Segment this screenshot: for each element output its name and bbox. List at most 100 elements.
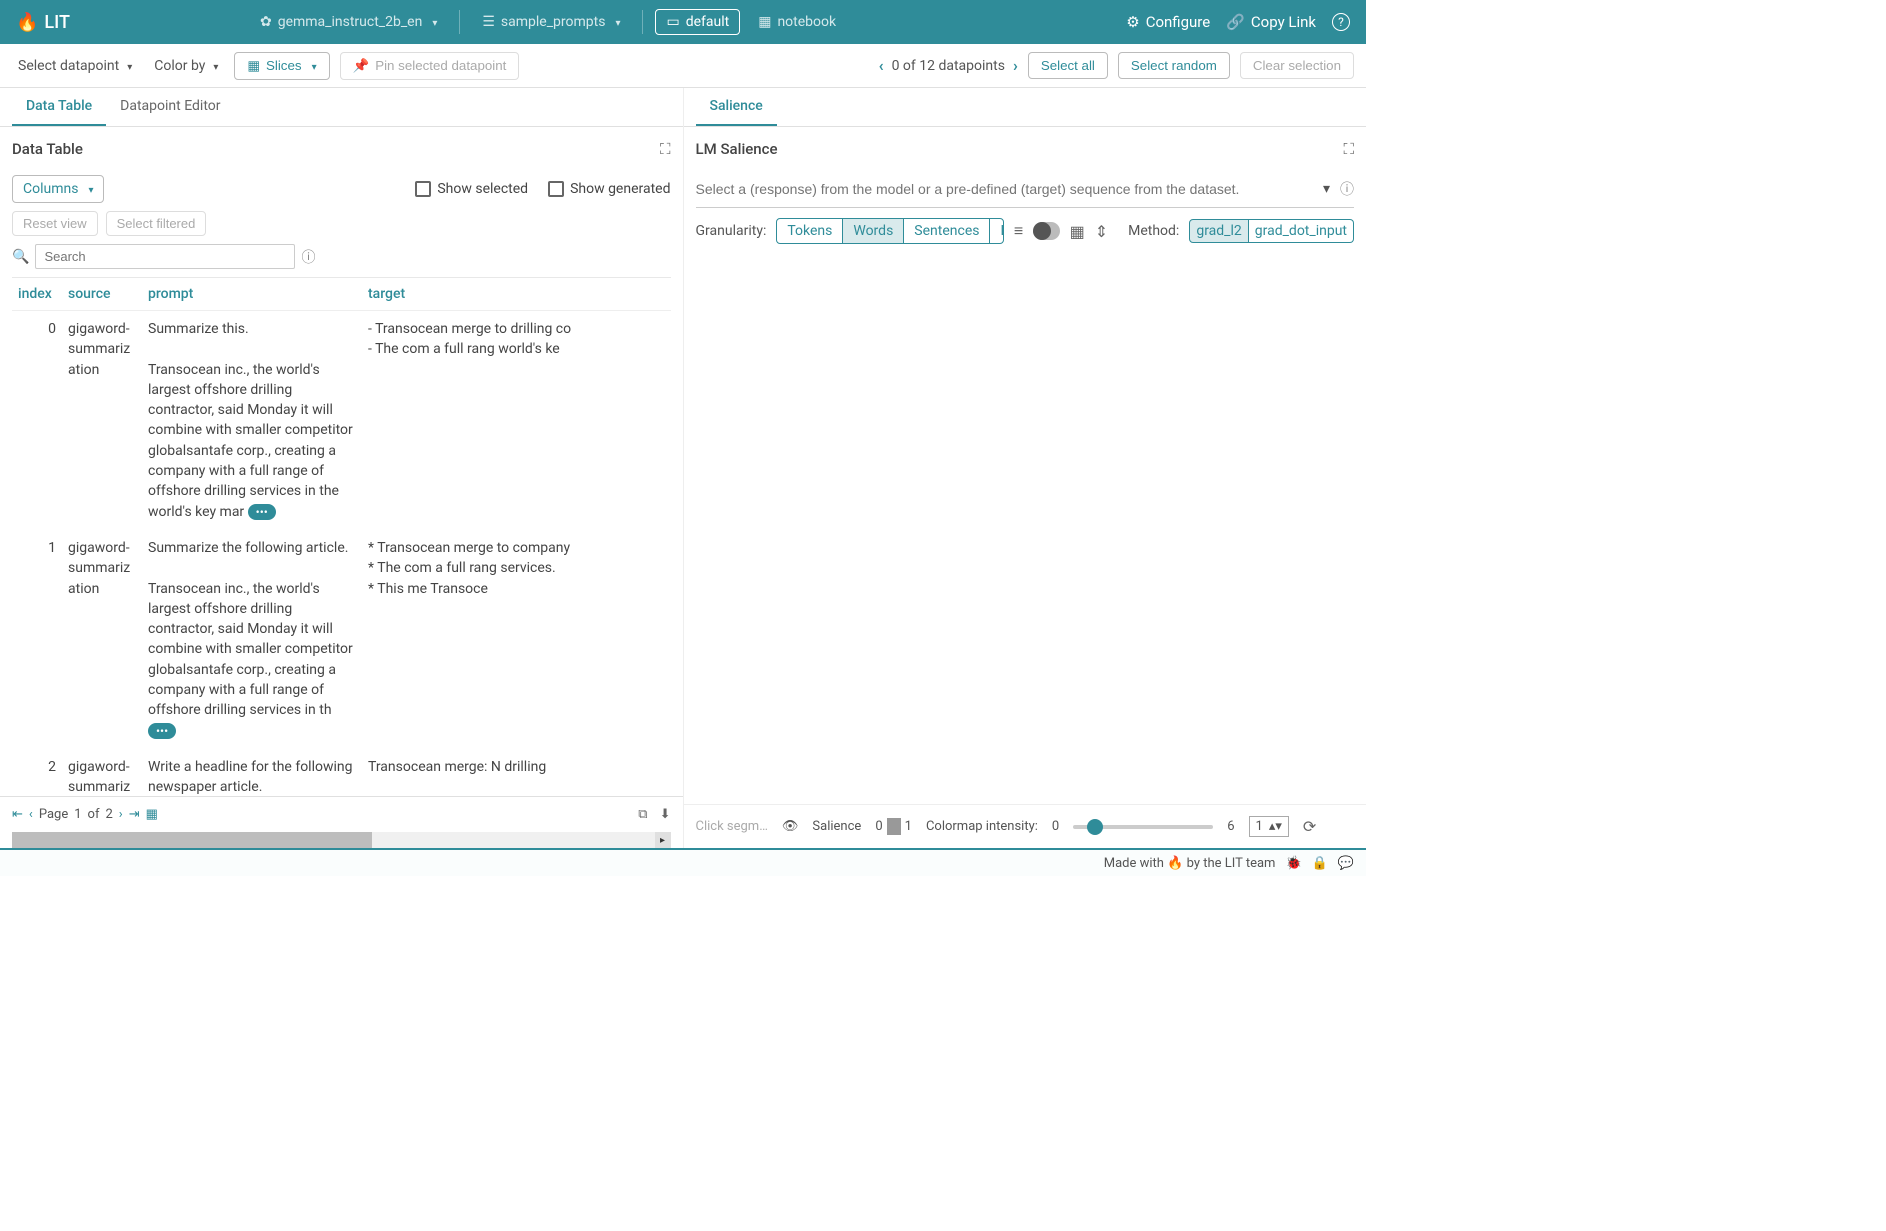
sequence-select-input[interactable] (696, 181, 1323, 197)
privacy-icon[interactable]: 🔒 (1312, 856, 1328, 871)
copy-link-button[interactable]: 🔗 Copy Link (1226, 13, 1316, 31)
first-page-button[interactable]: ⇤ (12, 807, 23, 822)
granularity-segments: Tokens Words Sentences Lines ¶ (776, 218, 1003, 244)
page-footer: Made with 🔥 by the LIT team 🐞 🔒 💬 (0, 848, 1366, 876)
table-row[interactable]: 0gigaword​-summari​zationSummarize this.… (12, 311, 671, 530)
colormap-max: 6 (1227, 819, 1234, 834)
chevron-down-icon (209, 58, 218, 74)
chevron-down-icon (84, 181, 93, 197)
view-toggle[interactable] (1033, 222, 1059, 240)
last-page-button[interactable]: ⇥ (129, 807, 140, 822)
legend-swatch (899, 818, 901, 835)
reset-icon[interactable]: ⟳ (1303, 817, 1316, 836)
eye-icon[interactable]: 👁 (782, 819, 799, 834)
clear-selection-button[interactable]: Clear selection (1240, 52, 1354, 79)
configure-button[interactable]: ⚙ Configure (1126, 13, 1210, 31)
show-generated-checkbox[interactable]: Show generated (548, 181, 670, 197)
scrollbar-thumb[interactable] (12, 832, 372, 848)
footer-text: Made with 🔥 by the LIT team (1104, 856, 1276, 871)
left-pane: Data Table Datapoint Editor Data Table ⛶… (0, 88, 684, 848)
cell-prompt: Summarize the following article. Transoc… (142, 530, 362, 749)
separator (459, 10, 460, 34)
page-current: 1 (74, 807, 81, 822)
next-button[interactable]: › (1013, 56, 1018, 75)
split-icon[interactable]: ⇕ (1095, 222, 1108, 241)
select-all-button[interactable]: Select all (1028, 52, 1108, 79)
cell-source: gigaword​-summari​zation (62, 311, 142, 530)
more-icon[interactable]: ••• (148, 723, 176, 739)
data-table-header: Data Table ⛶ (0, 127, 683, 171)
data-table: index source prompt target 0gigaword​-su… (12, 278, 671, 796)
more-icon[interactable]: ••• (248, 504, 276, 520)
select-datapoint-dropdown[interactable]: Select datapoint (12, 54, 138, 78)
gran-sentences[interactable]: Sentences (904, 219, 990, 243)
th-index[interactable]: index (12, 278, 62, 311)
slices-button[interactable]: ▦ Slices (234, 52, 329, 80)
slider-thumb[interactable] (1087, 819, 1103, 835)
copy-icon[interactable]: ⧉ (638, 807, 647, 822)
pin-button[interactable]: 📌 Pin selected datapoint (340, 52, 520, 80)
gran-tokens[interactable]: Tokens (777, 219, 843, 243)
table-row[interactable]: 2gigaword​-summari​zationWrite a headlin… (12, 749, 671, 796)
feedback-icon[interactable]: 💬 (1338, 856, 1354, 871)
colormap-min: 0 (1052, 819, 1059, 834)
chip-icon: ✿ (260, 14, 272, 30)
reset-view-button[interactable]: Reset view (12, 211, 98, 236)
spinner-icon: ▴▾ (1269, 819, 1282, 834)
select-random-button[interactable]: Select random (1118, 52, 1230, 79)
cell-target: - Transocean merge to drilling co - The … (362, 311, 671, 530)
dt-controls-row1: Columns Show selected Show generated (0, 171, 683, 211)
help-icon[interactable]: ? (1332, 13, 1350, 31)
page-of: of (88, 807, 100, 822)
gran-words[interactable]: Words (843, 219, 904, 243)
gran-lines[interactable]: Lines (990, 219, 1003, 243)
cell-index: 1 (12, 530, 62, 749)
method-grad-dot[interactable]: grad_dot_input (1249, 219, 1354, 243)
intensity-spinbox[interactable]: 1▴▾ (1249, 816, 1289, 837)
checkbox-icon (548, 181, 564, 197)
model-dropdown[interactable]: ✿ gemma_instruct_2b_en (250, 10, 447, 34)
search-icon: 🔍 (12, 249, 29, 265)
tab-salience[interactable]: Salience (696, 88, 777, 126)
horizontal-scrollbar[interactable]: ▸ (12, 832, 671, 848)
prev-button[interactable]: ‹ (879, 56, 884, 75)
tab-datapoint-editor[interactable]: Datapoint Editor (106, 88, 234, 126)
search-input[interactable] (35, 244, 295, 269)
chevron-down-icon (308, 58, 317, 73)
colormap-slider[interactable] (1073, 825, 1213, 829)
header-center: ✿ gemma_instruct_2b_en ☰ sample_prompts … (250, 9, 846, 35)
select-filtered-button[interactable]: Select filtered (106, 211, 207, 236)
help-icon[interactable]: ⓘ (301, 247, 315, 267)
download-icon[interactable]: ⬇ (660, 807, 671, 822)
th-prompt[interactable]: prompt (142, 278, 362, 311)
method-grad-l2[interactable]: grad_l2 (1189, 219, 1248, 243)
datapoints-nav: ‹ 0 of 12 datapoints › (879, 56, 1018, 75)
next-page-button[interactable]: › (119, 807, 123, 822)
table-row[interactable]: 1gigaword​-summari​zationSummarize the f… (12, 530, 671, 749)
granularity-label: Granularity: (696, 223, 767, 239)
export-button[interactable]: ▦ (146, 807, 158, 822)
prev-page-button[interactable]: ‹ (29, 807, 33, 822)
scroll-right-arrow[interactable]: ▸ (655, 832, 671, 848)
expand-icon[interactable]: ⛶ (660, 140, 671, 158)
dataset-dropdown[interactable]: ☰ sample_prompts (472, 10, 630, 34)
cell-prompt: Summarize this. Transocean inc., the wor… (142, 311, 362, 530)
layout-default[interactable]: ▭ default (655, 9, 740, 35)
density-icon[interactable]: ≡ (1014, 221, 1023, 241)
help-icon[interactable]: ⓘ (1340, 179, 1354, 199)
grid-view-icon[interactable]: ▦ (1070, 222, 1085, 241)
color-by-dropdown[interactable]: Color by (148, 54, 224, 78)
toolbar: Select datapoint Color by ▦ Slices 📌 Pin… (0, 44, 1366, 88)
bug-icon[interactable]: 🐞 (1285, 856, 1301, 871)
layout-notebook[interactable]: ▦ notebook (748, 10, 846, 34)
columns-button[interactable]: Columns (12, 175, 104, 203)
table-scroll[interactable]: index source prompt target 0gigaword​-su… (12, 278, 671, 796)
th-source[interactable]: source (62, 278, 142, 311)
salience-footer: Click segm… 👁 Salience 0 1 Colormap inte… (684, 804, 1367, 848)
tab-data-table[interactable]: Data Table (12, 88, 106, 126)
th-target[interactable]: target (362, 278, 671, 311)
dropdown-arrow-icon[interactable]: ▾ (1323, 181, 1330, 197)
show-selected-checkbox[interactable]: Show selected (415, 181, 528, 197)
cell-source: gigaword​-summari​zation (62, 749, 142, 796)
expand-icon[interactable]: ⛶ (1343, 140, 1354, 158)
